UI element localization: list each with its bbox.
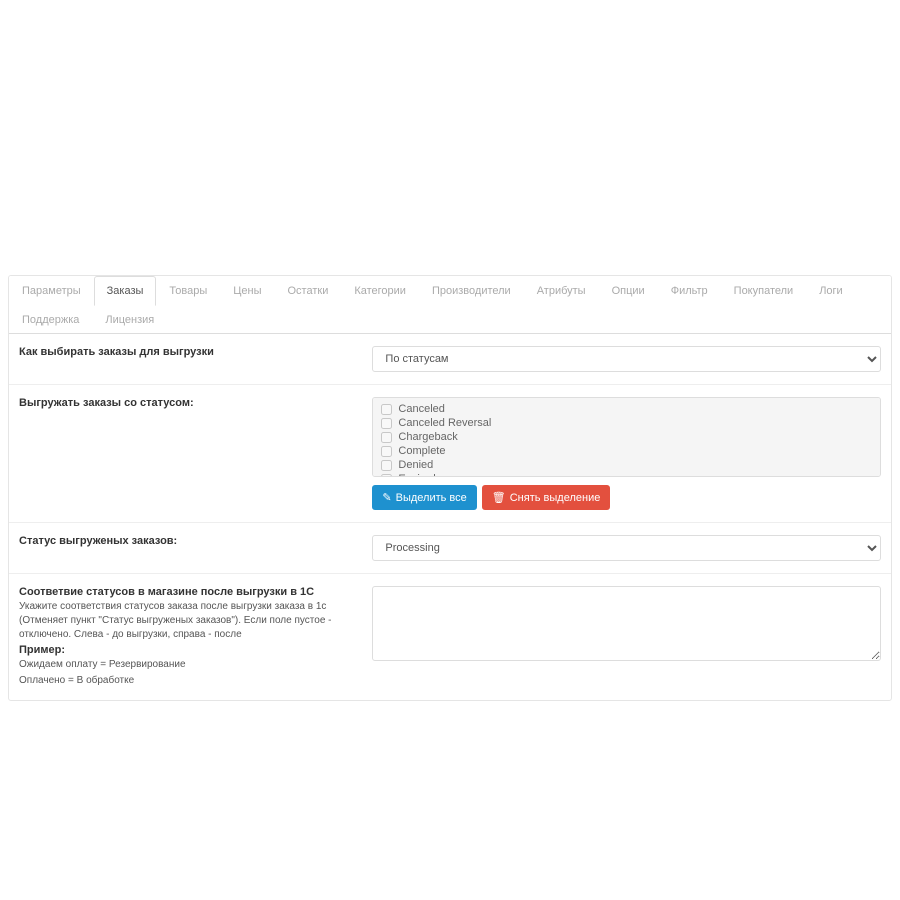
row-upload-status: Выгружать заказы со статусом: CanceledCa… bbox=[9, 385, 891, 523]
tab-8[interactable]: Опции bbox=[599, 276, 658, 306]
settings-panel: ПараметрыЗаказыТоварыЦеныОстаткиКатегори… bbox=[8, 275, 892, 701]
label-how-select: Как выбирать заказы для выгрузки bbox=[19, 346, 372, 372]
label-uploaded-status: Статус выгруженых заказов: bbox=[19, 535, 372, 561]
deselect-all-label: Снять выделение bbox=[510, 492, 601, 504]
label-status-mapping: Соответвие статусов в магазине после выг… bbox=[19, 586, 372, 688]
tab-2[interactable]: Товары bbox=[156, 276, 220, 306]
status-item[interactable]: Expired bbox=[381, 472, 872, 477]
select-uploaded-status[interactable]: Processing bbox=[372, 535, 881, 561]
status-item[interactable]: Canceled bbox=[381, 402, 872, 416]
tab-4[interactable]: Остатки bbox=[275, 276, 342, 306]
tab-9[interactable]: Фильтр bbox=[658, 276, 721, 306]
status-checkbox[interactable] bbox=[381, 404, 392, 415]
status-item[interactable]: Denied bbox=[381, 458, 872, 472]
trash-icon: 🗑 bbox=[492, 491, 506, 504]
example-line-2: Оплачено = В обработке bbox=[19, 674, 362, 688]
status-label: Chargeback bbox=[398, 431, 457, 443]
status-label: Denied bbox=[398, 459, 433, 471]
status-item[interactable]: Chargeback bbox=[381, 430, 872, 444]
status-label: Canceled Reversal bbox=[398, 417, 491, 429]
tab-6[interactable]: Производители bbox=[419, 276, 524, 306]
mapping-help: Укажите соответствия статусов заказа пос… bbox=[19, 600, 362, 642]
tabs-bar: ПараметрыЗаказыТоварыЦеныОстаткиКатегори… bbox=[9, 276, 891, 334]
pencil-icon: ✎ bbox=[382, 491, 391, 504]
row-uploaded-status: Статус выгруженых заказов: Processing bbox=[9, 523, 891, 574]
status-checkbox[interactable] bbox=[381, 446, 392, 457]
tab-7[interactable]: Атрибуты bbox=[524, 276, 599, 306]
status-label: Canceled bbox=[398, 403, 444, 415]
tab-3[interactable]: Цены bbox=[220, 276, 274, 306]
tab-12[interactable]: Поддержка bbox=[9, 305, 92, 334]
mapping-textarea[interactable] bbox=[372, 586, 881, 661]
status-checkbox[interactable] bbox=[381, 460, 392, 471]
status-checkbox[interactable] bbox=[381, 474, 392, 478]
mapping-title: Соответвие статусов в магазине после выг… bbox=[19, 586, 362, 598]
tab-1[interactable]: Заказы bbox=[94, 276, 157, 306]
tab-10[interactable]: Покупатели bbox=[721, 276, 807, 306]
select-how-select[interactable]: По статусам bbox=[372, 346, 881, 372]
select-all-label: Выделить все bbox=[396, 492, 467, 504]
example-line-1: Ожидаем оплату = Резервирование bbox=[19, 658, 362, 672]
select-all-button[interactable]: ✎ Выделить все bbox=[372, 485, 476, 510]
tab-0[interactable]: Параметры bbox=[9, 276, 94, 306]
row-how-select: Как выбирать заказы для выгрузки По стат… bbox=[9, 334, 891, 385]
deselect-all-button[interactable]: 🗑 Снять выделение bbox=[482, 485, 611, 510]
tab-13[interactable]: Лицензия bbox=[92, 305, 167, 334]
status-label: Expired bbox=[398, 473, 435, 477]
label-upload-status: Выгружать заказы со статусом: bbox=[19, 397, 372, 510]
status-item[interactable]: Complete bbox=[381, 444, 872, 458]
tab-5[interactable]: Категории bbox=[341, 276, 419, 306]
status-list[interactable]: Canceled Canceled Reversal Chargeback Compl… bbox=[372, 397, 881, 477]
tab-11[interactable]: Логи bbox=[806, 276, 856, 306]
status-checkbox[interactable] bbox=[381, 432, 392, 443]
row-status-mapping: Соответвие статусов в магазине после выг… bbox=[9, 574, 891, 700]
example-label: Пример: bbox=[19, 644, 65, 656]
status-checkbox[interactable] bbox=[381, 418, 392, 429]
status-label: Complete bbox=[398, 445, 445, 457]
status-item[interactable]: Canceled Reversal bbox=[381, 416, 872, 430]
